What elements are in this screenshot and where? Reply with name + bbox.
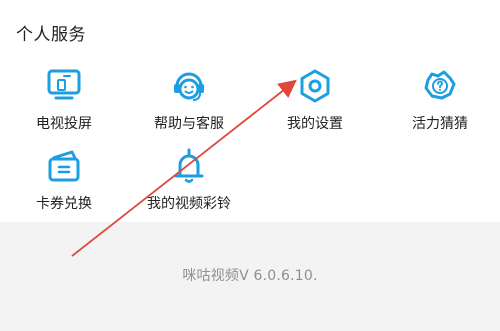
app-version: 咪咕视频V 6.0.6.10. [182, 268, 318, 284]
service-coupon-redeem[interactable]: 卡券兑换 [4, 146, 124, 216]
service-video-ringtone[interactable]: 我的视频彩铃 [129, 146, 249, 216]
service-label: 活力猜猜 [412, 116, 468, 132]
section-title: 个人服务 [16, 25, 86, 45]
service-label: 电视投屏 [36, 116, 92, 132]
tv-cast-icon [47, 69, 81, 100]
service-help-support[interactable]: 帮助与客服 [129, 66, 249, 136]
service-my-settings[interactable]: 我的设置 [255, 66, 375, 136]
personal-services-page: 个人服务 电视投屏 帮助与客服 我的设置 活力猜猜 卡券兑换 我的视频彩铃 咪咕… [0, 0, 500, 331]
settings-icon [300, 69, 330, 103]
coupon-icon [48, 150, 80, 182]
video-ringtone-icon [174, 148, 204, 183]
service-label: 卡券兑换 [36, 196, 92, 212]
service-label: 我的设置 [287, 116, 343, 132]
service-label: 帮助与客服 [154, 116, 224, 132]
service-tv-cast[interactable]: 电视投屏 [4, 66, 124, 136]
quiz-icon [424, 70, 456, 100]
service-guess-game[interactable]: 活力猜猜 [380, 66, 500, 136]
customer-service-icon [174, 72, 204, 101]
service-label: 我的视频彩铃 [147, 196, 231, 212]
